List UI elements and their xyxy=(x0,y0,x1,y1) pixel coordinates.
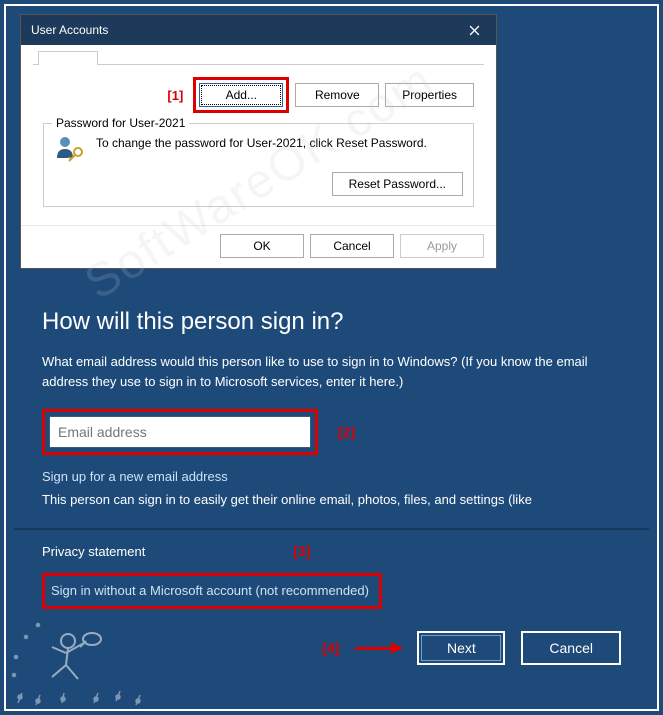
user-accounts-dialog: User Accounts [1] Add... Remove Properti… xyxy=(20,14,497,269)
properties-button[interactable]: Properties xyxy=(385,83,474,107)
add-button[interactable]: Add... xyxy=(199,83,283,107)
fieldset-legend: Password for User-2021 xyxy=(52,116,189,130)
signin-description: What email address would this person lik… xyxy=(42,352,621,391)
marker-1: [1] xyxy=(167,88,183,103)
next-button[interactable]: Next xyxy=(417,631,505,665)
email-highlight xyxy=(42,409,318,455)
fieldset-text: To change the password for User-2021, cl… xyxy=(96,134,427,150)
email-field[interactable] xyxy=(49,416,311,448)
cancel-button-2[interactable]: Cancel xyxy=(521,631,621,665)
signin-without-highlight: Sign in without a Microsoft account (not… xyxy=(42,573,382,609)
divider xyxy=(14,528,649,530)
dialog-footer: OK Cancel Apply xyxy=(21,225,496,268)
titlebar: User Accounts xyxy=(21,15,496,45)
add-button-highlight: Add... xyxy=(193,77,289,113)
marker-3: [3] xyxy=(293,543,310,559)
arrow-icon xyxy=(355,647,401,650)
marker-2: [2] xyxy=(338,424,355,440)
cancel-button[interactable]: Cancel xyxy=(310,234,394,258)
signup-link[interactable]: Sign up for a new email address xyxy=(42,469,621,484)
ok-button[interactable]: OK xyxy=(220,234,304,258)
tab-strip xyxy=(33,53,484,65)
marker-4: [4] xyxy=(322,640,339,656)
signin-title: How will this person sign in? xyxy=(42,308,621,336)
runner-doodle-icon xyxy=(8,617,148,707)
close-icon[interactable] xyxy=(452,15,496,45)
signin-without-link[interactable]: Sign in without a Microsoft account (not… xyxy=(51,583,369,598)
password-fieldset: Password for User-2021 To change the pas… xyxy=(43,123,474,207)
user-key-icon xyxy=(54,134,86,162)
privacy-statement-link[interactable]: Privacy statement xyxy=(42,544,145,559)
dialog-title: User Accounts xyxy=(31,23,108,37)
signin-description-2: This person can sign in to easily get th… xyxy=(42,492,621,507)
remove-button[interactable]: Remove xyxy=(295,83,379,107)
apply-button: Apply xyxy=(400,234,484,258)
reset-password-button[interactable]: Reset Password... xyxy=(332,172,463,196)
